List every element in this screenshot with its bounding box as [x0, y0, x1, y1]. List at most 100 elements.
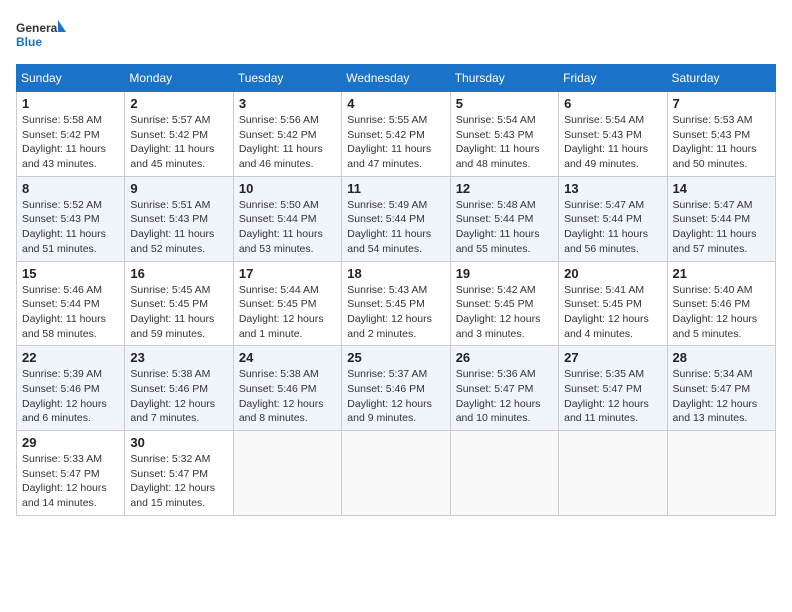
day-number: 15 [22, 266, 119, 281]
day-number: 4 [347, 96, 444, 111]
calendar-cell: 1Sunrise: 5:58 AMSunset: 5:42 PMDaylight… [17, 92, 125, 177]
day-info: Sunrise: 5:58 AMSunset: 5:42 PMDaylight:… [22, 113, 119, 172]
day-info: Sunrise: 5:51 AMSunset: 5:43 PMDaylight:… [130, 198, 227, 257]
day-number: 3 [239, 96, 336, 111]
calendar-cell [450, 431, 558, 516]
calendar-cell: 27 Sunrise: 5:35 AMSunset: 5:47 PMDayligh… [559, 346, 667, 431]
day-header-saturday: Saturday [667, 65, 775, 92]
day-info: Sunrise: 5:42 AMSunset: 5:45 PMDaylight:… [456, 283, 553, 342]
day-info: Sunrise: 5:47 AMSunset: 5:44 PMDaylight:… [564, 198, 661, 257]
calendar-cell: 21 Sunrise: 5:40 AMSunset: 5:46 PMDayligh… [667, 261, 775, 346]
day-info: Sunrise: 5:50 AMSunset: 5:44 PMDaylight:… [239, 198, 336, 257]
calendar-cell: 18 Sunrise: 5:43 AMSunset: 5:45 PMDayligh… [342, 261, 450, 346]
day-number: 24 [239, 350, 336, 365]
calendar-cell: 5 Sunrise: 5:54 AMSunset: 5:43 PMDaylight… [450, 92, 558, 177]
day-info: Sunrise: 5:43 AMSunset: 5:45 PMDaylight:… [347, 283, 444, 342]
day-number: 2 [130, 96, 227, 111]
calendar-header-row: SundayMondayTuesdayWednesdayThursdayFrid… [17, 65, 776, 92]
day-info: Sunrise: 5:46 AMSunset: 5:44 PMDaylight:… [22, 283, 119, 342]
day-info: Sunrise: 5:56 AMSunset: 5:42 PMDaylight:… [239, 113, 336, 172]
day-number: 14 [673, 181, 770, 196]
calendar-week-row: 15 Sunrise: 5:46 AMSunset: 5:44 PMDayligh… [17, 261, 776, 346]
calendar-cell: 22 Sunrise: 5:39 AMSunset: 5:46 PMDayligh… [17, 346, 125, 431]
calendar-cell: 29 Sunrise: 5:33 AMSunset: 5:47 PMDayligh… [17, 431, 125, 516]
day-number: 29 [22, 435, 119, 450]
calendar-cell: 8 Sunrise: 5:52 AMSunset: 5:43 PMDaylight… [17, 176, 125, 261]
day-number: 21 [673, 266, 770, 281]
day-info: Sunrise: 5:32 AMSunset: 5:47 PMDaylight:… [130, 452, 227, 511]
calendar-cell: 14 Sunrise: 5:47 AMSunset: 5:44 PMDayligh… [667, 176, 775, 261]
day-number: 19 [456, 266, 553, 281]
day-header-thursday: Thursday [450, 65, 558, 92]
day-info: Sunrise: 5:39 AMSunset: 5:46 PMDaylight:… [22, 367, 119, 426]
day-info: Sunrise: 5:45 AMSunset: 5:45 PMDaylight:… [130, 283, 227, 342]
day-number: 27 [564, 350, 661, 365]
day-number: 16 [130, 266, 227, 281]
day-info: Sunrise: 5:33 AMSunset: 5:47 PMDaylight:… [22, 452, 119, 511]
day-number: 23 [130, 350, 227, 365]
day-info: Sunrise: 5:41 AMSunset: 5:45 PMDaylight:… [564, 283, 661, 342]
day-info: Sunrise: 5:35 AMSunset: 5:47 PMDaylight:… [564, 367, 661, 426]
day-number: 30 [130, 435, 227, 450]
day-number: 5 [456, 96, 553, 111]
calendar-cell: 24 Sunrise: 5:38 AMSunset: 5:46 PMDayligh… [233, 346, 341, 431]
day-number: 13 [564, 181, 661, 196]
day-number: 10 [239, 181, 336, 196]
day-info: Sunrise: 5:55 AMSunset: 5:42 PMDaylight:… [347, 113, 444, 172]
day-info: Sunrise: 5:37 AMSunset: 5:46 PMDaylight:… [347, 367, 444, 426]
calendar-cell [667, 431, 775, 516]
day-info: Sunrise: 5:53 AMSunset: 5:43 PMDaylight:… [673, 113, 770, 172]
day-info: Sunrise: 5:40 AMSunset: 5:46 PMDaylight:… [673, 283, 770, 342]
day-info: Sunrise: 5:54 AMSunset: 5:43 PMDaylight:… [456, 113, 553, 172]
day-number: 22 [22, 350, 119, 365]
day-number: 20 [564, 266, 661, 281]
day-header-tuesday: Tuesday [233, 65, 341, 92]
day-info: Sunrise: 5:44 AMSunset: 5:45 PMDaylight:… [239, 283, 336, 342]
day-number: 28 [673, 350, 770, 365]
day-info: Sunrise: 5:34 AMSunset: 5:47 PMDaylight:… [673, 367, 770, 426]
day-number: 7 [673, 96, 770, 111]
calendar-cell: 28 Sunrise: 5:34 AMSunset: 5:47 PMDayligh… [667, 346, 775, 431]
calendar-week-row: 1Sunrise: 5:58 AMSunset: 5:42 PMDaylight… [17, 92, 776, 177]
calendar-table: SundayMondayTuesdayWednesdayThursdayFrid… [16, 64, 776, 516]
day-info: Sunrise: 5:49 AMSunset: 5:44 PMDaylight:… [347, 198, 444, 257]
day-number: 11 [347, 181, 444, 196]
day-number: 9 [130, 181, 227, 196]
calendar-cell [342, 431, 450, 516]
day-number: 12 [456, 181, 553, 196]
calendar-cell: 9 Sunrise: 5:51 AMSunset: 5:43 PMDaylight… [125, 176, 233, 261]
day-info: Sunrise: 5:36 AMSunset: 5:47 PMDaylight:… [456, 367, 553, 426]
svg-text:Blue: Blue [16, 35, 42, 49]
calendar-cell: 25 Sunrise: 5:37 AMSunset: 5:46 PMDayligh… [342, 346, 450, 431]
calendar-cell: 4 Sunrise: 5:55 AMSunset: 5:42 PMDaylight… [342, 92, 450, 177]
day-info: Sunrise: 5:38 AMSunset: 5:46 PMDaylight:… [130, 367, 227, 426]
calendar-cell: 23 Sunrise: 5:38 AMSunset: 5:46 PMDayligh… [125, 346, 233, 431]
calendar-cell: 2 Sunrise: 5:57 AMSunset: 5:42 PMDaylight… [125, 92, 233, 177]
day-info: Sunrise: 5:57 AMSunset: 5:42 PMDaylight:… [130, 113, 227, 172]
day-number: 8 [22, 181, 119, 196]
calendar-week-row: 29 Sunrise: 5:33 AMSunset: 5:47 PMDayligh… [17, 431, 776, 516]
calendar-cell: 26Sunrise: 5:36 AMSunset: 5:47 PMDayligh… [450, 346, 558, 431]
calendar-cell: 3 Sunrise: 5:56 AMSunset: 5:42 PMDaylight… [233, 92, 341, 177]
day-header-monday: Monday [125, 65, 233, 92]
calendar-week-row: 8 Sunrise: 5:52 AMSunset: 5:43 PMDaylight… [17, 176, 776, 261]
calendar-cell: 7 Sunrise: 5:53 AMSunset: 5:43 PMDaylight… [667, 92, 775, 177]
calendar-cell [559, 431, 667, 516]
calendar-cell [233, 431, 341, 516]
day-number: 18 [347, 266, 444, 281]
day-number: 17 [239, 266, 336, 281]
day-info: Sunrise: 5:48 AMSunset: 5:44 PMDaylight:… [456, 198, 553, 257]
day-info: Sunrise: 5:52 AMSunset: 5:43 PMDaylight:… [22, 198, 119, 257]
page-header: General Blue [16, 16, 776, 56]
day-header-wednesday: Wednesday [342, 65, 450, 92]
day-number: 25 [347, 350, 444, 365]
calendar-cell: 15 Sunrise: 5:46 AMSunset: 5:44 PMDayligh… [17, 261, 125, 346]
day-header-sunday: Sunday [17, 65, 125, 92]
logo-svg: General Blue [16, 16, 66, 56]
calendar-cell: 19 Sunrise: 5:42 AMSunset: 5:45 PMDayligh… [450, 261, 558, 346]
day-header-friday: Friday [559, 65, 667, 92]
calendar-cell: 12 Sunrise: 5:48 AMSunset: 5:44 PMDayligh… [450, 176, 558, 261]
day-info: Sunrise: 5:47 AMSunset: 5:44 PMDaylight:… [673, 198, 770, 257]
calendar-week-row: 22 Sunrise: 5:39 AMSunset: 5:46 PMDayligh… [17, 346, 776, 431]
day-info: Sunrise: 5:38 AMSunset: 5:46 PMDaylight:… [239, 367, 336, 426]
